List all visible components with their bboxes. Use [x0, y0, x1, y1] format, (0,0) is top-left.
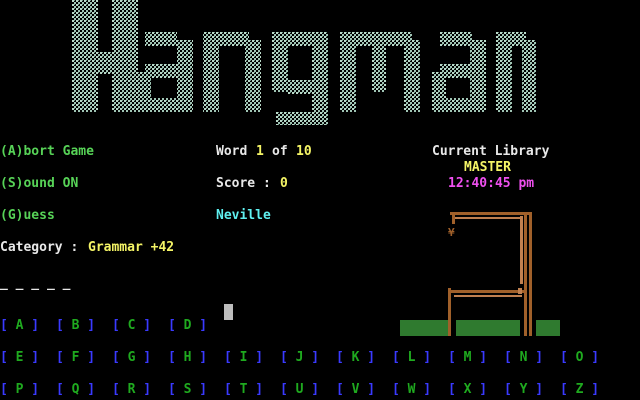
letter-key-y[interactable]: [ Y ] [504, 382, 543, 398]
score-value: 0 [280, 176, 288, 191]
letter-key-e[interactable]: [ E ] [0, 350, 39, 366]
letter-key-d[interactable]: [ D ] [168, 318, 207, 334]
sound-toggle-option[interactable]: (S)ound ON [0, 176, 78, 192]
letter-key-r[interactable]: [ R ] [112, 382, 151, 398]
score-label: Score : [216, 176, 271, 191]
letter-key-n[interactable]: [ N ] [504, 350, 543, 366]
letter-key-b[interactable]: [ B ] [56, 318, 95, 334]
abort-game-option[interactable]: (A)bort Game [0, 144, 94, 160]
category-label: Category : [0, 240, 79, 255]
word-total: 10 [296, 144, 312, 159]
letter-key-h[interactable]: [ H ] [168, 350, 207, 366]
hangman-logo [72, 0, 536, 125]
clock-time: 12:40:45 pm [448, 176, 535, 191]
letter-key-a[interactable]: [ A ] [0, 318, 39, 334]
letter-key-i[interactable]: [ I ] [224, 350, 263, 366]
text-cursor [224, 304, 233, 320]
word-of: of [272, 144, 288, 159]
letter-key-q[interactable]: [ Q ] [56, 382, 95, 398]
letter-key-f[interactable]: [ F ] [56, 350, 95, 366]
word-label: Word [216, 144, 248, 159]
letter-key-c[interactable]: [ C ] [112, 318, 151, 334]
letter-key-s[interactable]: [ S ] [168, 382, 207, 398]
letter-key-u[interactable]: [ U ] [280, 382, 319, 398]
letter-key-w[interactable]: [ W ] [392, 382, 431, 398]
letter-key-g[interactable]: [ G ] [112, 350, 151, 366]
letter-key-m[interactable]: [ M ] [448, 350, 487, 366]
letter-key-x[interactable]: [ X ] [448, 382, 487, 398]
letter-key-j[interactable]: [ J ] [280, 350, 319, 366]
category-value: Grammar +42 [88, 240, 175, 255]
library-label: Current Library [432, 144, 550, 159]
library-name: MASTER [464, 160, 511, 175]
letter-key-o[interactable]: [ O ] [560, 350, 599, 366]
letter-key-z[interactable]: [ Z ] [560, 382, 599, 398]
guess-option[interactable]: (G)uess [0, 208, 55, 224]
svg-text:¥: ¥ [448, 226, 455, 239]
word-current: 1 [256, 144, 264, 159]
letter-key-t[interactable]: [ T ] [224, 382, 263, 398]
letter-key-l[interactable]: [ L ] [392, 350, 431, 366]
word-blanks: _ _ _ _ _ [0, 276, 71, 291]
gallows-icon: ¥ [400, 212, 560, 336]
letter-key-p[interactable]: [ P ] [0, 382, 39, 398]
letter-key-k[interactable]: [ K ] [336, 350, 375, 366]
player-name: Neville [216, 208, 271, 223]
letter-key-v[interactable]: [ V ] [336, 382, 375, 398]
